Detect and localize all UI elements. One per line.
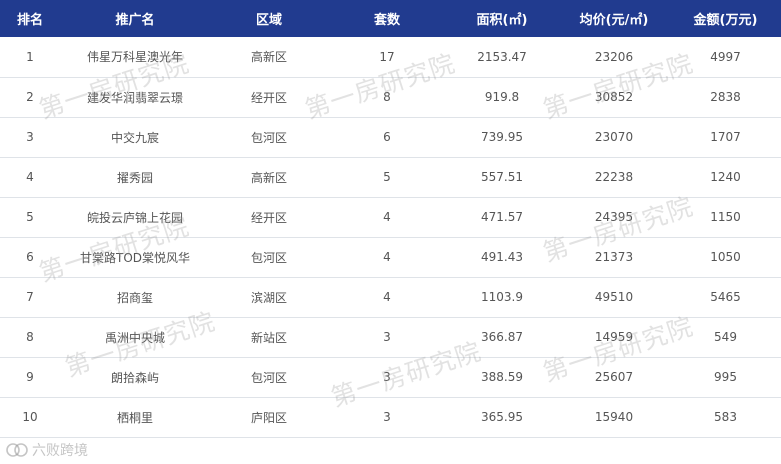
cell-area: 557.51 (481, 170, 523, 184)
cell-district: 庐阳区 (250, 410, 287, 425)
cell-units: 3 (383, 330, 391, 344)
cell-amount: 1707 (710, 130, 741, 144)
cell-units: 17 (379, 49, 395, 64)
table-row: 8 禹洲中央城 新站区 3 366.87 14959 549 (0, 317, 781, 357)
cell-project-name: 朗拾森屿 (110, 370, 159, 385)
cell-rank: 5 (26, 210, 34, 224)
cell-district: 经开区 (250, 210, 287, 225)
ranking-table: 排名 推广名 区域 套数 面积(㎡) 均价(元/㎡) 金额(万元) 1 伟星万科… (0, 0, 781, 438)
cell-avg-price: 14959 (594, 330, 634, 344)
brand-text: 六败跨境 (32, 443, 88, 459)
table-row: 9 朗拾森屿 包河区 3 388.59 25607 995 (0, 357, 781, 397)
cell-amount: 583 (714, 410, 737, 424)
cell-district: 高新区 (250, 50, 287, 65)
table-row: 4 擢秀园 高新区 5 557.51 22238 1240 (0, 157, 781, 197)
header-amount: 金额(万元) (693, 13, 758, 28)
table-row: 6 甘棠路TOD棠悦风华 包河区 4 491.43 21373 1050 (0, 237, 781, 277)
cell-project-name: 禹洲中央城 (104, 330, 165, 345)
cell-area: 471.57 (481, 210, 523, 224)
cell-district: 滨湖区 (250, 290, 287, 305)
cell-avg-price: 30852 (594, 90, 634, 104)
cell-area: 491.43 (481, 250, 523, 264)
header-project-name: 推广名 (115, 13, 155, 28)
cell-project-name: 伟星万科星澳光年 (86, 50, 183, 65)
cell-units: 5 (383, 170, 391, 184)
table-row: 2 建发华润翡翠云璟 经开区 8 919.8 30852 2838 (0, 77, 781, 117)
cell-rank: 4 (26, 170, 34, 184)
table-row: 1 伟星万科星澳光年 高新区 17 2153.47 23206 4997 (0, 37, 781, 77)
header-units: 套数 (373, 13, 400, 28)
cell-district: 包河区 (250, 370, 287, 385)
cell-project-name: 擢秀园 (116, 170, 153, 185)
cell-project-name: 甘棠路TOD棠悦风华 (79, 250, 191, 265)
cell-amount: 2838 (710, 90, 741, 104)
cell-units: 6 (383, 130, 391, 144)
table-row: 5 皖投云庐锦上花园 经开区 4 471.57 24395 1150 (0, 197, 781, 237)
cell-avg-price: 22238 (594, 170, 634, 184)
cell-district: 高新区 (250, 170, 287, 185)
cell-rank: 8 (26, 330, 34, 344)
cell-avg-price: 25607 (594, 370, 634, 384)
cell-project-name: 建发华润翡翠云璟 (86, 90, 183, 105)
header-district: 区域 (255, 13, 282, 28)
cell-amount: 549 (714, 330, 737, 344)
cell-units: 3 (383, 370, 391, 384)
cell-avg-price: 24395 (594, 210, 634, 224)
cell-district: 包河区 (250, 130, 287, 145)
cell-project-name: 栖桐里 (116, 410, 153, 425)
cell-avg-price: 49510 (594, 290, 634, 304)
cell-rank: 6 (26, 250, 34, 264)
cell-amount: 1150 (710, 210, 741, 224)
cell-area: 365.95 (481, 410, 523, 424)
cell-district: 经开区 (250, 90, 287, 105)
header-avg-price: 均价(元/㎡) (579, 13, 649, 28)
cell-project-name: 中交九宸 (110, 130, 159, 145)
cell-rank: 10 (22, 410, 38, 424)
cell-rank: 7 (26, 290, 34, 304)
page: 排名 推广名 区域 套数 面积(㎡) 均价(元/㎡) 金额(万元) 1 伟星万科… (0, 0, 781, 464)
header-rank: 排名 (16, 13, 43, 28)
cell-avg-price: 21373 (594, 250, 634, 264)
cell-units: 8 (383, 90, 391, 104)
cell-rank: 1 (26, 49, 34, 64)
cell-area: 366.87 (481, 330, 523, 344)
cell-area: 919.8 (484, 90, 520, 104)
cell-project-name: 皖投云庐锦上花园 (86, 210, 183, 225)
cell-project-name: 招商玺 (116, 290, 153, 305)
cell-rank: 3 (26, 130, 34, 144)
cell-amount: 995 (714, 370, 737, 384)
cell-units: 4 (383, 290, 391, 304)
table-row: 3 中交九宸 包河区 6 739.95 23070 1707 (0, 117, 781, 157)
brand-watermark: 六败跨境 (6, 440, 88, 460)
table-body: 1 伟星万科星澳光年 高新区 17 2153.47 23206 4997 2 建… (0, 37, 781, 437)
cell-area: 739.95 (481, 130, 523, 144)
cell-amount: 1240 (710, 170, 741, 184)
cell-avg-price: 23206 (594, 49, 634, 64)
cell-area: 2153.47 (477, 49, 527, 64)
cell-amount: 4997 (710, 49, 741, 64)
header-area: 面积(㎡) (476, 13, 528, 28)
cell-rank: 2 (26, 90, 34, 104)
cell-avg-price: 15940 (594, 410, 634, 424)
cell-avg-price: 23070 (594, 130, 634, 144)
cell-rank: 9 (26, 370, 34, 384)
table-row: 10 栖桐里 庐阳区 3 365.95 15940 583 (0, 397, 781, 437)
cell-units: 3 (383, 410, 391, 424)
cell-amount: 1050 (710, 250, 741, 264)
cell-area: 388.59 (481, 370, 523, 384)
brand-logo-icon (6, 442, 28, 458)
table-header: 排名 推广名 区域 套数 面积(㎡) 均价(元/㎡) 金额(万元) (0, 0, 781, 37)
cell-district: 新站区 (250, 330, 287, 345)
cell-area: 1103.9 (481, 290, 523, 304)
table-row: 7 招商玺 滨湖区 4 1103.9 49510 5465 (0, 277, 781, 317)
cell-units: 4 (383, 210, 391, 224)
cell-units: 4 (383, 250, 391, 264)
cell-district: 包河区 (250, 250, 287, 265)
header-row: 排名 推广名 区域 套数 面积(㎡) 均价(元/㎡) 金额(万元) (0, 0, 781, 37)
cell-amount: 5465 (710, 290, 741, 304)
